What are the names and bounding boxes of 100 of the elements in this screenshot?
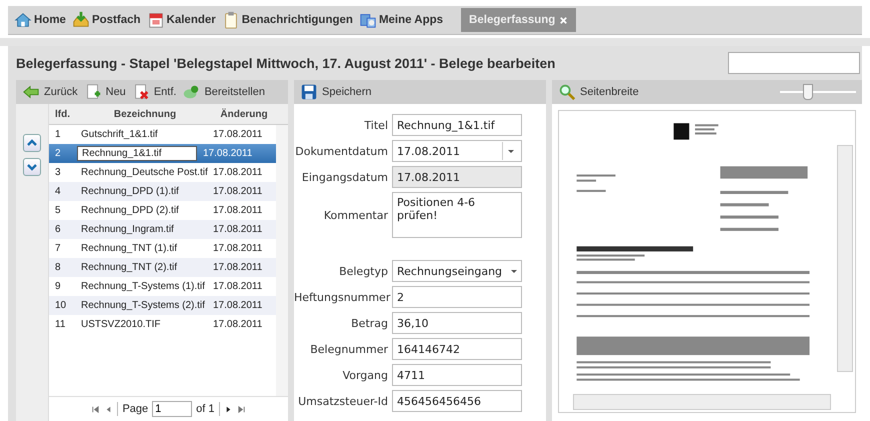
page-label: Page bbox=[122, 403, 148, 415]
table-cell-text: 5 bbox=[54, 205, 62, 216]
table-cell-text: 9 bbox=[54, 281, 62, 292]
field-label: Titel bbox=[363, 118, 388, 132]
left-arrow-icon bbox=[22, 83, 40, 101]
table-cell-text: Rechnung_DPD (1).tif bbox=[80, 186, 180, 197]
table-cell-text: 17.08.2011 bbox=[212, 167, 264, 178]
next-page-icon[interactable] bbox=[224, 404, 233, 414]
table-cell-text: 17.08.2011 bbox=[212, 243, 264, 254]
text-field[interactable]: 164146742 bbox=[392, 338, 522, 360]
column-header[interactable]: lfd. bbox=[49, 108, 77, 120]
text-field[interactable]: Rechnung_1&1.tif bbox=[392, 114, 522, 136]
table-cell-text: 6 bbox=[54, 224, 62, 235]
chevron-up-icon bbox=[27, 138, 37, 148]
magnifier-icon bbox=[558, 83, 576, 101]
text-field[interactable]: 4711 bbox=[392, 364, 522, 386]
table-cell-text: 17.08.2011 bbox=[202, 148, 254, 159]
table-cell-text: 8 bbox=[54, 262, 62, 273]
page-title: Belegerfassung - Stapel 'Belegstapel Mittwoch, 17. August 2011' - Belege bearbeiten bbox=[16, 56, 556, 70]
move-up-button[interactable] bbox=[23, 134, 41, 152]
table-cell-text: 17.08.2011 bbox=[212, 281, 264, 292]
first-page-icon[interactable] bbox=[91, 404, 100, 414]
toolbar-button[interactable]: Bereitstellen bbox=[182, 83, 265, 101]
table-cell-text: 17.08.2011 bbox=[212, 262, 264, 273]
field-label: Heftungsnummer bbox=[294, 290, 388, 304]
text-field[interactable]: 2 bbox=[392, 286, 522, 308]
scrollbar[interactable] bbox=[276, 125, 288, 396]
comment-field[interactable]: Positionen 4-6 prüfen! bbox=[392, 192, 522, 238]
field-label: Vorgang bbox=[342, 368, 388, 382]
table-cell-text: 17.08.2011 bbox=[212, 186, 264, 197]
fit-width-button[interactable]: Seitenbreite bbox=[558, 83, 639, 101]
table-cell-text: Rechnung_TNT (1).tif bbox=[80, 243, 178, 254]
last-page-icon[interactable] bbox=[236, 404, 246, 414]
field-label: Dokumentdatum bbox=[294, 144, 388, 158]
table-row[interactable]: 3 Rechnung_Deutsche Post.tif 17.08.2011 bbox=[49, 163, 276, 182]
table-cell-text: 17.08.2011 bbox=[212, 300, 264, 311]
table-row[interactable]: 11 USTSVZ2010.TIF 17.08.2011 bbox=[49, 315, 276, 334]
table-cell-text: Rechnung_T-Systems (2).tif bbox=[80, 300, 206, 311]
scrollbar[interactable] bbox=[573, 394, 831, 410]
field-label: Kommentar bbox=[322, 208, 388, 222]
apps-icon bbox=[358, 11, 377, 29]
table-row[interactable]: 1 Gutschrift_1&1.tif 17.08.2011 bbox=[49, 125, 276, 144]
table-cell-text: Rechnung_TNT (2).tif bbox=[80, 262, 178, 273]
text-field[interactable]: 456456456456 bbox=[392, 390, 522, 412]
table-row[interactable]: 4 Rechnung_DPD (1).tif 17.08.2011 bbox=[49, 182, 276, 201]
date-field[interactable]: 17.08.2011 bbox=[392, 140, 522, 162]
table-row[interactable]: 6 Rechnung_Ingram.tif 17.08.2011 bbox=[49, 220, 276, 239]
nav-tab[interactable]: Meine Apps bbox=[356, 8, 446, 32]
table-row[interactable]: 7 Rechnung_TNT (1).tif 17.08.2011 bbox=[49, 239, 276, 258]
nav-tab[interactable]: Kalender bbox=[144, 8, 218, 32]
cell-editor-field[interactable]: Rechnung_1&1.tif bbox=[77, 146, 197, 161]
dropdown-field[interactable]: Rechnungseingang bbox=[392, 260, 522, 282]
scrollbar[interactable] bbox=[837, 145, 853, 372]
table-cell-text: 17.08.2011 bbox=[212, 205, 264, 216]
field-label: Eingangsdatum bbox=[300, 170, 388, 184]
field-label: Belegtyp bbox=[338, 264, 388, 278]
house-icon bbox=[14, 11, 32, 29]
table-cell-text: Gutschrift_1&1.tif bbox=[80, 129, 159, 140]
table-row[interactable]: 2 Rechnung_1&1.tif 17.08.2011 bbox=[49, 144, 276, 163]
table-cell-text: Rechnung_Deutsche Post.tif bbox=[80, 167, 209, 178]
previous-page-icon[interactable] bbox=[104, 404, 114, 414]
table-cell-text: 11 bbox=[54, 319, 66, 330]
field-label: Umsatzsteuer-Id bbox=[297, 394, 388, 408]
table-cell-text: USTSVZ2010.TIF bbox=[80, 319, 162, 330]
move-down-button[interactable] bbox=[23, 158, 41, 176]
table-cell-text: 17.08.2011 bbox=[212, 224, 264, 235]
table-cell-text: 1 bbox=[54, 129, 62, 140]
table-cell-text: 10 bbox=[54, 300, 68, 311]
column-header[interactable]: Bezeichnung bbox=[77, 108, 209, 120]
table-cell-text: Rechnung_T-Systems (1).tif bbox=[80, 281, 206, 292]
nav-tab[interactable]: Home bbox=[12, 8, 68, 32]
close-icon[interactable] bbox=[559, 16, 568, 24]
table-row[interactable]: 10 Rechnung_T-Systems (2).tif 17.08.2011 bbox=[49, 296, 276, 315]
table-row[interactable]: 8 Rechnung_TNT (2).tif 17.08.2011 bbox=[49, 258, 276, 277]
table-cell-text: 17.08.2011 bbox=[212, 129, 264, 140]
table-cell-text: 2 bbox=[54, 148, 62, 159]
table-row[interactable]: 5 Rechnung_DPD (2).tif 17.08.2011 bbox=[49, 201, 276, 220]
column-header[interactable]: Änderung bbox=[209, 108, 275, 120]
page-count: of 1 bbox=[196, 403, 215, 415]
table-cell-text: 4 bbox=[54, 186, 62, 197]
table-cell-text: 7 bbox=[54, 243, 62, 254]
table-cell-text: Rechnung_DPD (2).tif bbox=[80, 205, 180, 216]
readonly-field[interactable]: 17.08.2011 bbox=[392, 166, 522, 188]
nav-tab[interactable]: Postfach bbox=[70, 8, 143, 32]
table-cell-text: Rechnung_Ingram.tif bbox=[80, 224, 175, 235]
table-cell-text: 3 bbox=[54, 167, 62, 178]
toolbar-button[interactable]: Entf. bbox=[132, 83, 176, 101]
slider-thumb[interactable] bbox=[802, 84, 813, 100]
table-row[interactable]: 9 Rechnung_T-Systems (1).tif 17.08.2011 bbox=[49, 277, 276, 296]
toolbar-button[interactable]: Neu bbox=[84, 83, 126, 101]
nav-tab[interactable]: Benachrichtigungen bbox=[220, 8, 355, 32]
text-field[interactable]: 36,10 bbox=[392, 312, 522, 334]
inbox-tray-icon bbox=[72, 11, 90, 29]
chevron-down-icon bbox=[27, 162, 37, 172]
calendar-icon bbox=[146, 11, 165, 29]
field-label: Belegnummer bbox=[309, 342, 388, 356]
zoom-slider[interactable] bbox=[780, 84, 856, 100]
page-number-field[interactable]: 1 bbox=[152, 401, 192, 417]
search-field[interactable] bbox=[728, 52, 860, 74]
toolbar-button[interactable]: Zurück bbox=[22, 83, 78, 101]
